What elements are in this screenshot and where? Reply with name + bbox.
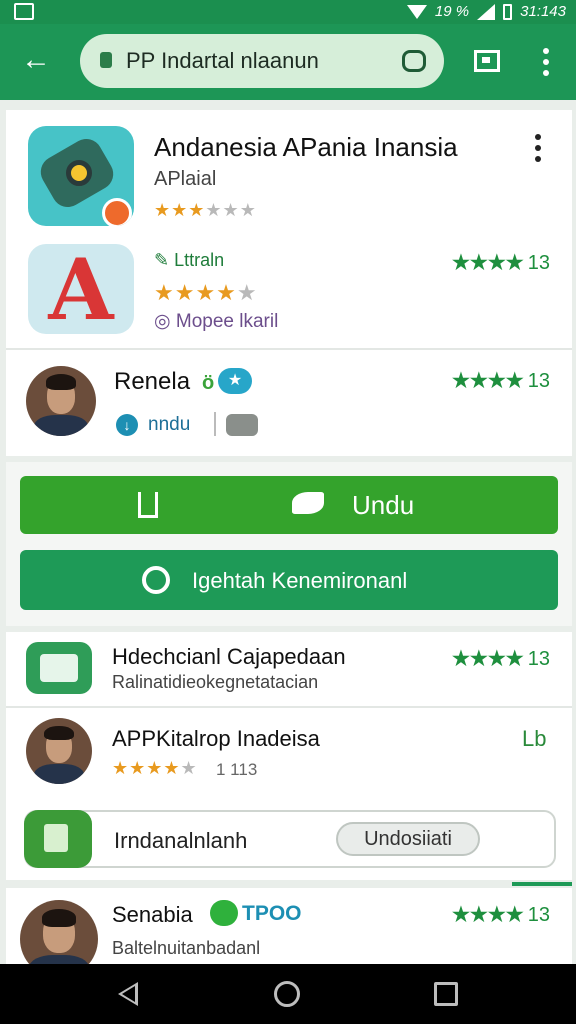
download-button[interactable]: Undu: [20, 476, 558, 534]
developer-rating: ★★★★ 13: [452, 370, 550, 392]
share-icon: [138, 492, 158, 518]
wifi-icon: [406, 4, 427, 19]
battery-icon: [503, 3, 513, 20]
list-item-title: Senabia: [112, 902, 193, 927]
app-details-card: Andanesia APania Inansia APlaial ★★★★★★ …: [6, 110, 572, 456]
list-item-subtitle: Baltelnuitanbadanl: [112, 938, 261, 958]
verified-icon: ö: [202, 372, 215, 394]
nav-back-icon[interactable]: [118, 982, 138, 1006]
scroll-indicator: [512, 882, 572, 886]
developer-name[interactable]: Renela: [114, 368, 190, 396]
publisher-avatar: [26, 718, 92, 784]
related-app-stars: ★★★★★: [154, 280, 258, 305]
nav-home-icon[interactable]: [274, 981, 300, 1007]
currency-icon: ◎: [154, 311, 171, 332]
status-bar: 19 % 31:143: [0, 0, 576, 24]
app-icon: [24, 810, 92, 868]
separator: [214, 412, 216, 436]
lock-icon: [100, 52, 112, 68]
overflow-menu-button[interactable]: [536, 44, 556, 80]
divider: [6, 706, 572, 708]
developer-sub-label[interactable]: nndu: [148, 414, 190, 436]
back-button[interactable]: ←: [18, 45, 54, 76]
app-star-rating: ★★★★★★: [154, 200, 257, 220]
list-item-tag: TPOO: [242, 902, 302, 925]
address-bar[interactable]: PP Indartal nlaanun: [80, 34, 444, 88]
list-item-rating: ★★★★ 13: [452, 904, 550, 926]
app-icon[interactable]: [28, 126, 134, 226]
status-icons: 19 % 31:143: [406, 3, 566, 20]
clock-icon: [142, 566, 170, 594]
publisher-link[interactable]: ◎ Mopee lkaril: [154, 310, 278, 333]
cast-icon[interactable]: [402, 50, 426, 72]
signal-icon: [477, 3, 496, 20]
install-button[interactable]: Undosiiati: [336, 822, 480, 856]
clock-time: 31:143: [520, 3, 566, 20]
list-item-title: Hdechcianl Cajapedaan: [112, 644, 346, 669]
related-app-rating: ★★★★ 13: [452, 252, 550, 274]
review-count: 1 113: [216, 760, 258, 779]
chat-icon[interactable]: [226, 414, 258, 436]
dot-icon: [543, 70, 549, 76]
dot-icon: [535, 145, 541, 151]
battery-percent: 19 %: [434, 3, 470, 20]
related-app-tag: ✎ Lttraln: [154, 250, 225, 270]
verified-icon: [210, 900, 238, 926]
system-nav-bar: [0, 964, 576, 1024]
divider: [6, 348, 572, 350]
list-item-stars: ★★★★★: [112, 758, 198, 778]
leaf-icon: ✎: [154, 250, 170, 270]
info-icon: ↓: [116, 414, 138, 436]
bird-icon: [292, 492, 324, 514]
app-subtitle: APlaial: [154, 168, 217, 190]
list-item-title: APPKitalrop Inadeisa: [112, 726, 320, 751]
browser-toolbar: ← PP Indartal nlaanun: [0, 24, 576, 100]
app-more-button[interactable]: [532, 134, 544, 162]
list-item-subtitle: Ralinatidieokegnetatacian: [112, 672, 319, 692]
lens-icon: [66, 160, 92, 186]
app-icon: [26, 642, 92, 694]
badge-icon: [102, 198, 132, 226]
dot-icon: [543, 59, 549, 65]
tabs-button[interactable]: [474, 50, 500, 72]
app-list: Hdechcianl Cajapedaan Ralinatidieokegnet…: [6, 632, 572, 880]
app-title: Andanesia APania Inansia: [154, 132, 458, 162]
list-item-right-label: Lb: [522, 726, 547, 751]
install-chip[interactable]: Irndanalnlanh Undosiiati: [24, 810, 556, 868]
letter-a-logo: A: [48, 244, 114, 334]
list-item-rating: ★★★★ 13: [452, 648, 550, 670]
list-item[interactable]: Senabia TPOO ★★★★ 13 Baltelnuitanbadanl: [6, 882, 572, 978]
nav-recents-icon[interactable]: [434, 982, 458, 1006]
featured-badge: ★: [218, 368, 252, 394]
action-buttons: Undu Igehtah Kenemironanl: [6, 462, 572, 626]
developer-avatar[interactable]: [26, 366, 96, 436]
dot-icon: [543, 48, 549, 54]
address-text[interactable]: PP Indartal nlaanun: [126, 48, 319, 74]
notification-icon: [14, 3, 34, 20]
dot-icon: [535, 156, 541, 162]
related-app-icon[interactable]: A: [28, 244, 134, 334]
dot-icon: [535, 134, 541, 140]
schedule-button[interactable]: Igehtah Kenemironanl: [20, 550, 558, 610]
